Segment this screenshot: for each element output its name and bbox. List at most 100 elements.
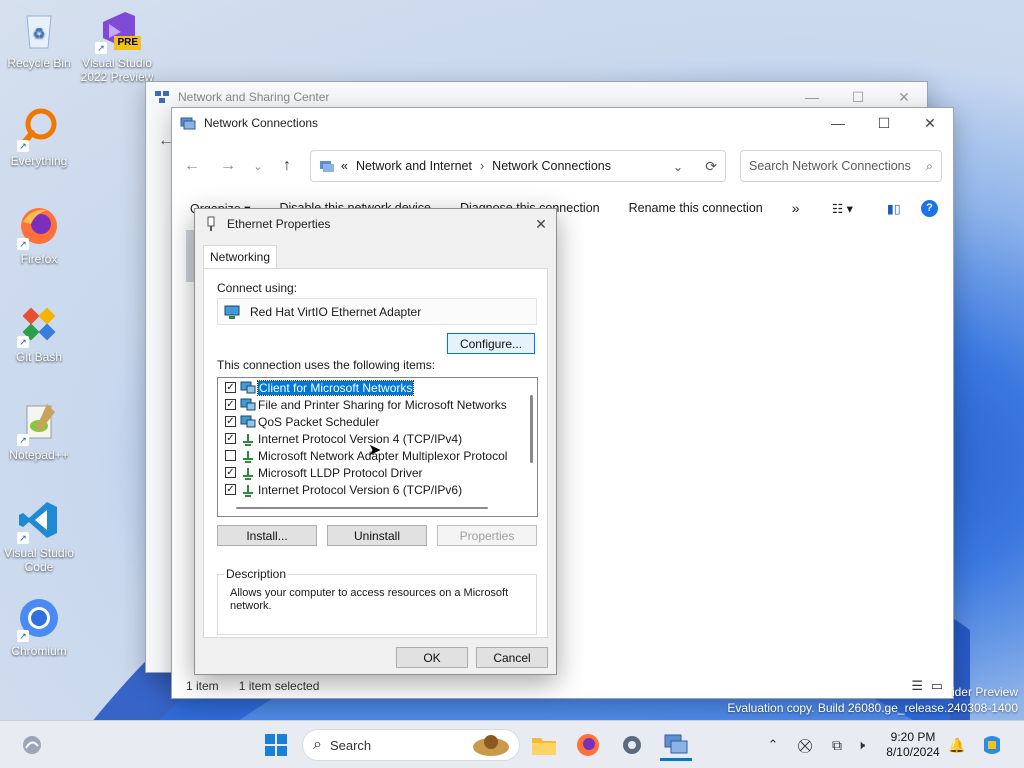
description-group: Description Allows your computer to acce… [217, 567, 537, 635]
network-disconnected-icon[interactable]: ⛒ [794, 721, 816, 768]
protocol-icon [243, 467, 253, 480]
git-bash-icon: ↗ [17, 302, 61, 348]
list-item-label: QoS Packet Scheduler [258, 414, 380, 429]
desktop-icon-firefox[interactable]: ↗ Firefox [1, 204, 77, 266]
forward-arrow-icon[interactable]: → [212, 150, 244, 182]
vertical-scrollbar[interactable] [530, 395, 533, 463]
close-button[interactable]: ✕ [526, 209, 556, 239]
horizontal-scrollbar[interactable] [236, 507, 488, 509]
network-center-icon [155, 91, 169, 103]
desktop-icon-everything[interactable]: ↗ Everything [1, 106, 77, 168]
notepad-plus-plus-icon: ↗ [17, 400, 61, 446]
shortcut-arrow-icon: ↗ [95, 42, 107, 54]
cancel-button[interactable]: Cancel [476, 647, 548, 668]
list-item[interactable]: ✓ Client for Microsoft Networks [218, 379, 415, 396]
checkbox[interactable]: ✓ [225, 467, 236, 478]
maximize-button[interactable]: ☐ [861, 108, 907, 138]
desktop-icon-visual-studio-code[interactable]: ↗ Visual Studio Code [1, 498, 77, 574]
desktop-icon-notepad-plus-plus[interactable]: ↗ Notepad++ [1, 400, 77, 462]
svg-text:♻: ♻ [33, 25, 46, 41]
volume-muted-icon[interactable]: 🕨 [850, 721, 872, 768]
tab-networking[interactable]: Networking [203, 245, 278, 269]
help-icon[interactable]: ? [921, 199, 938, 217]
list-item[interactable]: ✓ Internet Protocol Version 4 (TCP/IPv4) [218, 430, 462, 447]
breadcrumb-network-and-internet[interactable]: Network and Internet [356, 159, 472, 173]
clock-time: 9:20 PM [890, 730, 936, 744]
navigation-bar: ← → ⌄ ↑ « Network and Internet › Network… [172, 146, 953, 186]
preview-pane-icon[interactable]: ▮▯ [887, 201, 901, 216]
show-hidden-icons-chevron[interactable]: ⌃ [762, 721, 784, 768]
close-button[interactable]: ✕ [907, 108, 953, 138]
uninstall-button[interactable]: Uninstall [327, 525, 427, 546]
desktop-icon-recycle-bin[interactable]: ♻ Recycle Bin [1, 8, 77, 70]
window-title: Network and Sharing Center [178, 90, 330, 104]
tiles-view-icon[interactable]: ▭ [931, 678, 943, 694]
checkbox[interactable]: ✓ [225, 399, 236, 410]
chevron-down-icon[interactable]: ⌄ [673, 159, 683, 174]
checkbox[interactable]: ✓ [225, 382, 236, 393]
back-arrow-icon[interactable]: ← [176, 150, 208, 182]
minimize-button[interactable]: — [815, 108, 861, 138]
taskbar-search[interactable]: ⌕ Search [302, 729, 520, 761]
desktop-icon-label: Git Bash [15, 350, 63, 364]
properties-button[interactable]: Properties [437, 525, 537, 546]
up-arrow-icon[interactable]: ↑ [271, 150, 303, 182]
adapter-field: Red Hat VirtIO Ethernet Adapter [217, 298, 537, 325]
evaluation-watermark-line2: Evaluation copy. Build 26080.ge_release.… [727, 701, 1018, 715]
network-connections-icon [180, 117, 196, 130]
list-item[interactable]: ✓ Microsoft LLDP Protocol Driver [218, 464, 423, 481]
preview-badge: PRE [114, 36, 141, 50]
configure-button[interactable]: Configure... [447, 333, 535, 354]
vscode-icon: ↗ [17, 498, 61, 544]
start-button[interactable] [260, 729, 292, 761]
network-client-icon [240, 415, 256, 427]
change-view-icon[interactable]: ☷ ▾ [832, 201, 853, 216]
desktop-icon-visual-studio-2022-preview[interactable]: PRE ↗ Visual Studio 2022 Preview [79, 8, 155, 84]
taskbar: ⌕ Search ⌃ ⛒ ⧉ 🕨 9:20 PM 8/10/2024 🔔 [0, 720, 1024, 768]
network-connections-taskbar-icon[interactable] [660, 729, 692, 761]
breadcrumb-overflow[interactable]: « [341, 159, 348, 173]
evaluation-watermark-line1: ider Preview [951, 685, 1018, 699]
file-explorer-icon[interactable] [528, 729, 560, 761]
desktop-icon-label: Chromium [11, 644, 67, 658]
copilot-icon[interactable] [978, 721, 1006, 768]
checkbox[interactable]: ✓ [225, 433, 236, 444]
install-button[interactable]: Install... [217, 525, 317, 546]
search-input[interactable]: Search Network Connections ⌕ [740, 150, 942, 182]
settings-gear-icon[interactable] [616, 729, 648, 761]
ok-button[interactable]: OK [396, 647, 468, 668]
window-titlebar[interactable]: Network Connections — ☐ ✕ [172, 108, 953, 138]
checkbox[interactable]: ✓ [225, 416, 236, 427]
rename-button[interactable]: Rename this connection [629, 201, 763, 215]
details-view-icon[interactable]: ☰ [911, 678, 923, 694]
list-item-label: Internet Protocol Version 4 (TCP/IPv4) [258, 431, 463, 446]
desktop-icon-chromium[interactable]: ↗ Chromium [1, 596, 77, 658]
list-item[interactable]: Microsoft Network Adapter Multiplexor Pr… [218, 447, 507, 464]
address-bar[interactable]: « Network and Internet › Network Connect… [310, 150, 726, 182]
shortcut-arrow-icon: ↗ [17, 336, 29, 348]
description-text: Allows your computer to access resources… [230, 587, 509, 612]
list-item[interactable]: ✓ File and Printer Sharing for Microsoft… [218, 396, 507, 413]
notification-bell-icon[interactable]: 🔔 [946, 721, 968, 768]
checkbox[interactable]: ✓ [225, 484, 236, 495]
list-item-label: Microsoft Network Adapter Multiplexor Pr… [258, 448, 508, 463]
widgets-icon[interactable] [16, 729, 48, 761]
search-highlight-icon [473, 735, 509, 756]
list-item[interactable]: ✓ Internet Protocol Version 6 (TCP/IPv6) [218, 481, 462, 498]
list-item-label: Microsoft LLDP Protocol Driver [258, 465, 423, 480]
checkbox[interactable] [225, 450, 236, 461]
list-item-label: File and Printer Sharing for Microsoft N… [258, 397, 507, 412]
firefox-icon[interactable] [572, 729, 604, 761]
refresh-icon[interactable]: ⟳ [705, 158, 717, 175]
list-item[interactable]: ✓ QoS Packet Scheduler [218, 413, 379, 430]
ethernet-properties-dialog[interactable]: Ethernet Properties ✕ Networking Connect… [194, 208, 557, 675]
breadcrumb-network-connections[interactable]: Network Connections [492, 159, 611, 173]
display-icon[interactable]: ⧉ [826, 721, 848, 768]
components-list[interactable]: ✓ Client for Microsoft Networks ✓ File a… [217, 377, 538, 517]
dialog-titlebar[interactable]: Ethernet Properties ✕ [195, 209, 556, 239]
mouse-cursor-icon: ➤ [368, 442, 382, 459]
desktop-icon-git-bash[interactable]: ↗ Git Bash [1, 302, 77, 364]
more-commands-button[interactable]: » [792, 200, 800, 216]
taskbar-clock[interactable]: 9:20 PM 8/10/2024 [878, 730, 948, 760]
chevron-down-icon[interactable]: ⌄ [242, 150, 274, 182]
